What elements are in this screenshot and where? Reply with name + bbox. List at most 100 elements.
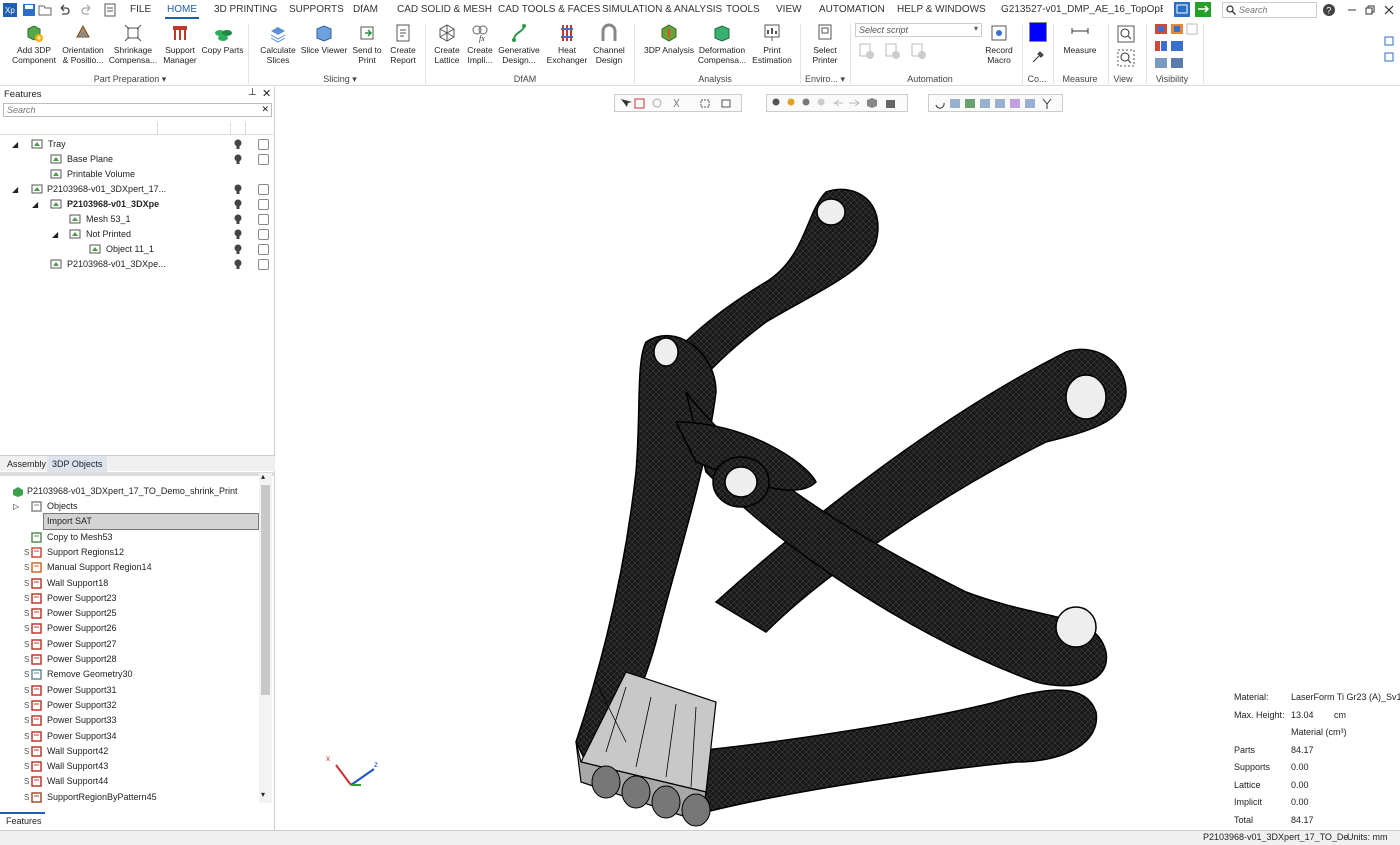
menu-tab-tools[interactable]: TOOLS	[726, 4, 760, 15]
expand-arrow-icon[interactable]: ◢	[12, 137, 18, 152]
visibility-parts-icon[interactable]	[1170, 40, 1184, 52]
history-item[interactable]: S Manual Support Region14	[0, 560, 258, 575]
tab-3dp-objects[interactable]: 3DP Objects	[47, 456, 108, 472]
visibility-all-icon[interactable]	[1170, 57, 1184, 69]
item-state-icon[interactable]	[258, 199, 269, 210]
create-implicit-button[interactable]: fx Create Impli...	[464, 23, 496, 65]
orientation-button[interactable]: Orientation & Positio...	[60, 23, 106, 65]
visibility-bulb-icon[interactable]	[234, 244, 242, 255]
global-search-input[interactable]	[1239, 4, 1315, 16]
undo-icon[interactable]	[57, 3, 71, 17]
tree-item[interactable]: ◢ Not Printed	[0, 227, 275, 242]
clear-search-icon[interactable]: ✕	[261, 104, 269, 115]
menu-tab-view[interactable]: VIEW	[776, 4, 802, 15]
scrollbar-thumb[interactable]	[261, 485, 270, 695]
menu-tab-dfam[interactable]: DfAM	[353, 4, 378, 15]
item-state-icon[interactable]	[258, 229, 269, 240]
visibility-bulb-icon[interactable]	[234, 154, 242, 165]
menu-tab-cad-tools-faces[interactable]: CAD TOOLS & FACES	[498, 4, 600, 15]
history-item[interactable]: S Power Support25	[0, 606, 258, 621]
history-item[interactable]: S Remove Geometry30	[0, 667, 258, 682]
visibility-bulb-icon[interactable]	[234, 199, 242, 210]
panel-splitter[interactable]	[0, 472, 275, 476]
menu-tab-3d-printing[interactable]: 3D PRINTING	[214, 4, 277, 15]
tree-item[interactable]: ◢ P2103968-v01_3DXpert_17...	[0, 182, 275, 197]
history-item[interactable]: S SupportRegionByPattern45	[0, 790, 258, 805]
global-search[interactable]	[1222, 2, 1317, 18]
window-layout-icon[interactable]	[1174, 2, 1190, 17]
tree-item[interactable]: Mesh 53_1	[0, 212, 275, 227]
expand-arrow-icon[interactable]: ◢	[52, 227, 58, 242]
visibility-bulb-icon[interactable]	[234, 259, 242, 270]
history-item[interactable]: S Support Regions12	[0, 545, 258, 560]
features-search[interactable]: ✕	[3, 103, 272, 117]
restore-icon[interactable]	[1363, 3, 1377, 17]
tree-item[interactable]: ◢ P2103968-v01_3DXpe	[0, 197, 275, 212]
scroll-up-icon[interactable]: ▴	[261, 472, 265, 481]
history-item[interactable]: S Power Support27	[0, 637, 258, 652]
close-icon[interactable]	[1382, 3, 1396, 17]
expand-arrow-icon[interactable]: ▷	[13, 499, 19, 514]
item-state-icon[interactable]	[258, 154, 269, 165]
select-printer-button[interactable]: Select Printer	[807, 23, 843, 65]
history-scrollbar[interactable]: ▴ ▾	[259, 472, 272, 803]
ribbon-expand-icon[interactable]	[1384, 52, 1394, 62]
generative-design-button[interactable]: Generative Design...	[498, 23, 540, 65]
close-panel-icon[interactable]: ✕	[262, 87, 271, 100]
menu-tab-simulation-analysis[interactable]: SIMULATION & ANALYSIS	[602, 4, 722, 15]
print-estimation-button[interactable]: Print Estimation	[750, 23, 794, 65]
tree-item[interactable]: Object 11_1	[0, 242, 275, 257]
visibility-show-icon[interactable]	[1154, 23, 1168, 35]
history-item[interactable]: ▷ Objects	[0, 499, 258, 514]
group-part-preparation[interactable]: Part Preparation ▾	[80, 74, 180, 85]
channel-design-button[interactable]: Channel Design	[590, 23, 628, 65]
visibility-hide-icon[interactable]	[1170, 23, 1184, 35]
item-state-icon[interactable]	[258, 184, 269, 195]
measure-button[interactable]: Measure	[1060, 23, 1100, 55]
history-item[interactable]: S Power Support34	[0, 729, 258, 744]
history-item[interactable]: S Power Support33	[0, 713, 258, 728]
open-folder-icon[interactable]	[38, 3, 52, 17]
item-state-icon[interactable]	[258, 244, 269, 255]
history-item[interactable]: S Wall Support43	[0, 759, 258, 774]
scroll-down-icon[interactable]: ▾	[261, 790, 265, 799]
menu-tab-automation[interactable]: AUTOMATION	[819, 4, 885, 15]
mesh-bracket-model[interactable]	[566, 182, 1146, 832]
redo-icon[interactable]	[80, 3, 94, 17]
zoom-fit-icon[interactable]	[1116, 24, 1136, 44]
menu-tab-file[interactable]: FILE	[130, 4, 151, 15]
history-item[interactable]: S Power Support28	[0, 652, 258, 667]
history-item[interactable]: S Wall Support42	[0, 744, 258, 759]
send-to-print-button[interactable]: Send to Print	[350, 23, 384, 65]
visibility-supports-icon[interactable]	[1154, 40, 1168, 52]
minimize-icon[interactable]	[1345, 3, 1359, 17]
tab-features-bottom[interactable]: Features	[0, 812, 45, 829]
view-orientation-toolbar[interactable]	[928, 94, 1063, 112]
menu-tab-cad-solid-mesh[interactable]: CAD SOLID & MESH	[397, 4, 492, 15]
xp-app-icon[interactable]: Xp	[3, 3, 17, 17]
tree-item[interactable]: ◢ Tray	[0, 137, 275, 152]
tree-item[interactable]: Base Plane	[0, 152, 275, 167]
features-search-input[interactable]	[4, 104, 254, 116]
visibility-bulb-icon[interactable]	[234, 214, 242, 225]
stop-script-icon[interactable]	[910, 42, 928, 60]
color-swatch[interactable]	[1029, 22, 1047, 42]
tree-item[interactable]: Printable Volume	[0, 167, 275, 182]
heat-exchanger-button[interactable]: Heat Exchanger	[546, 23, 588, 65]
run-script-icon[interactable]	[858, 42, 876, 60]
item-state-icon[interactable]	[258, 259, 269, 270]
expand-arrow-icon[interactable]: ◢	[12, 182, 18, 197]
shrinkage-button[interactable]: Shrinkage Compensa...	[108, 23, 158, 65]
visibility-bulb-icon[interactable]	[234, 184, 242, 195]
selection-toolbar[interactable]	[614, 94, 742, 112]
help-icon[interactable]: ?	[1322, 3, 1336, 17]
add-3dp-component-button[interactable]: Add 3DP Component	[8, 23, 60, 65]
deformation-compensation-button[interactable]: Deformation Compensa...	[696, 23, 748, 65]
select-script-dropdown[interactable]: Select script ▾	[855, 23, 982, 37]
tab-assembly[interactable]: Assembly	[2, 456, 51, 472]
menu-tab-supports[interactable]: SUPPORTS	[289, 4, 344, 15]
history-item[interactable]: S Power Support26	[0, 621, 258, 636]
3dp-analysis-button[interactable]: 3DP Analysis	[644, 23, 694, 55]
slice-viewer-button[interactable]: Slice Viewer	[300, 23, 348, 55]
display-toolbar[interactable]	[766, 94, 908, 112]
